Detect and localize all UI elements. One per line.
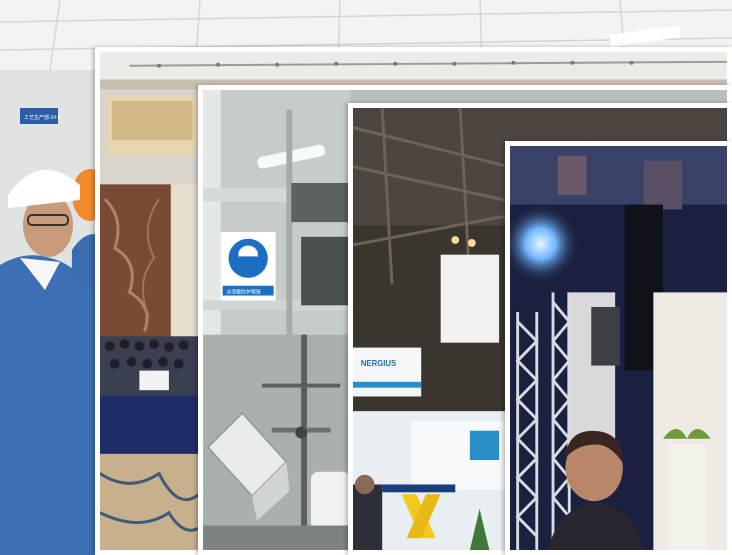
stage-speaker bbox=[591, 307, 620, 366]
exhibition-banner-text: NERGIUS bbox=[361, 359, 396, 368]
photo-stage bbox=[505, 141, 732, 555]
photo-collage: 工艺生产部-2#-1 必须戴防护眼镜 NERGIUS bbox=[0, 0, 732, 555]
photo-stage-image bbox=[510, 146, 727, 550]
wall-sign-text: 工艺生产部-2#-1 bbox=[24, 114, 61, 121]
navy-table bbox=[100, 395, 201, 454]
safety-sign-text: 必须戴防护眼镜 bbox=[227, 289, 261, 296]
exhibition-banner bbox=[353, 347, 422, 397]
